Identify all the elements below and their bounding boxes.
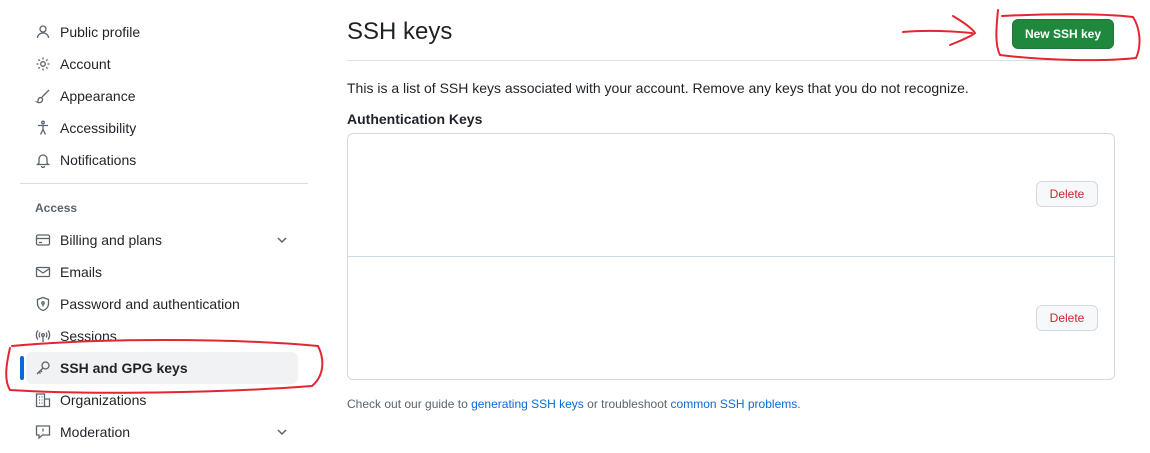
organization-icon (35, 392, 51, 408)
section-title: Authentication Keys (347, 111, 483, 127)
key-icon (35, 360, 51, 376)
ssh-key-row: Delete (348, 256, 1114, 379)
footer-text-prefix: Check out our guide to (347, 397, 472, 411)
gear-icon (35, 56, 51, 72)
sidebar-item-label: Accessibility (60, 120, 137, 136)
chevron-down-icon[interactable] (274, 232, 290, 248)
main-content: SSH keys New SSH key This is a list of S… (347, 0, 1115, 453)
help-footer: Check out our guide to generating SSH ke… (347, 397, 801, 411)
generating-ssh-keys-link[interactable]: generating SSH keys (471, 397, 584, 411)
title-divider (347, 60, 1115, 61)
sidebar-divider (20, 183, 308, 184)
sidebar-item-label: Billing and plans (60, 232, 162, 248)
sidebar-item-label: Account (60, 56, 111, 72)
sidebar-item-account[interactable]: Account (26, 48, 298, 80)
footer-text-middle: or troubleshoot (583, 397, 671, 411)
ssh-keys-list: Delete Delete (347, 133, 1115, 380)
ssh-key-row: Delete (348, 134, 1114, 256)
footer-text-suffix: . (797, 397, 801, 411)
sidebar-item-label: Notifications (60, 152, 137, 168)
sidebar-item-notifications[interactable]: Notifications (26, 144, 298, 176)
sidebar-item-sessions[interactable]: Sessions (26, 320, 298, 352)
report-icon (35, 424, 51, 440)
broadcast-icon (35, 328, 51, 344)
sidebar-item-label: Password and authentication (60, 296, 240, 312)
paintbrush-icon (35, 88, 51, 104)
shield-lock-icon (35, 296, 51, 312)
mail-icon (35, 264, 51, 280)
sidebar-item-label: Public profile (60, 24, 141, 40)
bell-icon (35, 152, 51, 168)
delete-key-button[interactable]: Delete (1036, 181, 1098, 207)
sidebar-item-password-auth[interactable]: Password and authentication (26, 288, 298, 320)
person-icon (35, 24, 51, 40)
delete-key-button[interactable]: Delete (1036, 305, 1098, 331)
sidebar-item-label: Appearance (60, 88, 136, 104)
active-indicator (20, 356, 24, 380)
sidebar-item-label: Organizations (60, 392, 147, 408)
sidebar-item-appearance[interactable]: Appearance (26, 80, 298, 112)
sidebar-item-public-profile[interactable]: Public profile (26, 16, 298, 48)
sidebar-item-accessibility[interactable]: Accessibility (26, 112, 298, 144)
accessibility-icon (35, 120, 51, 136)
chevron-down-icon[interactable] (274, 424, 290, 440)
sidebar-item-ssh-gpg-keys[interactable]: SSH and GPG keys (20, 352, 298, 384)
credit-card-icon (35, 232, 51, 248)
common-ssh-problems-link[interactable]: common SSH problems (671, 397, 798, 411)
sidebar-item-label: Sessions (60, 328, 117, 344)
page-title: SSH keys (347, 18, 453, 45)
new-ssh-key-button[interactable]: New SSH key (1012, 19, 1114, 49)
sidebar-item-label: Moderation (60, 424, 131, 440)
sidebar-item-emails[interactable]: Emails (26, 256, 298, 288)
page-description: This is a list of SSH keys associated wi… (347, 80, 969, 96)
sidebar-group-access: Access (35, 201, 78, 215)
sidebar-item-billing[interactable]: Billing and plans (26, 224, 298, 256)
sidebar-item-organizations[interactable]: Organizations (26, 384, 298, 416)
sidebar-item-label: SSH and GPG keys (60, 360, 188, 376)
sidebar-item-moderation[interactable]: Moderation (26, 416, 298, 448)
sidebar-item-label: Emails (60, 264, 103, 280)
